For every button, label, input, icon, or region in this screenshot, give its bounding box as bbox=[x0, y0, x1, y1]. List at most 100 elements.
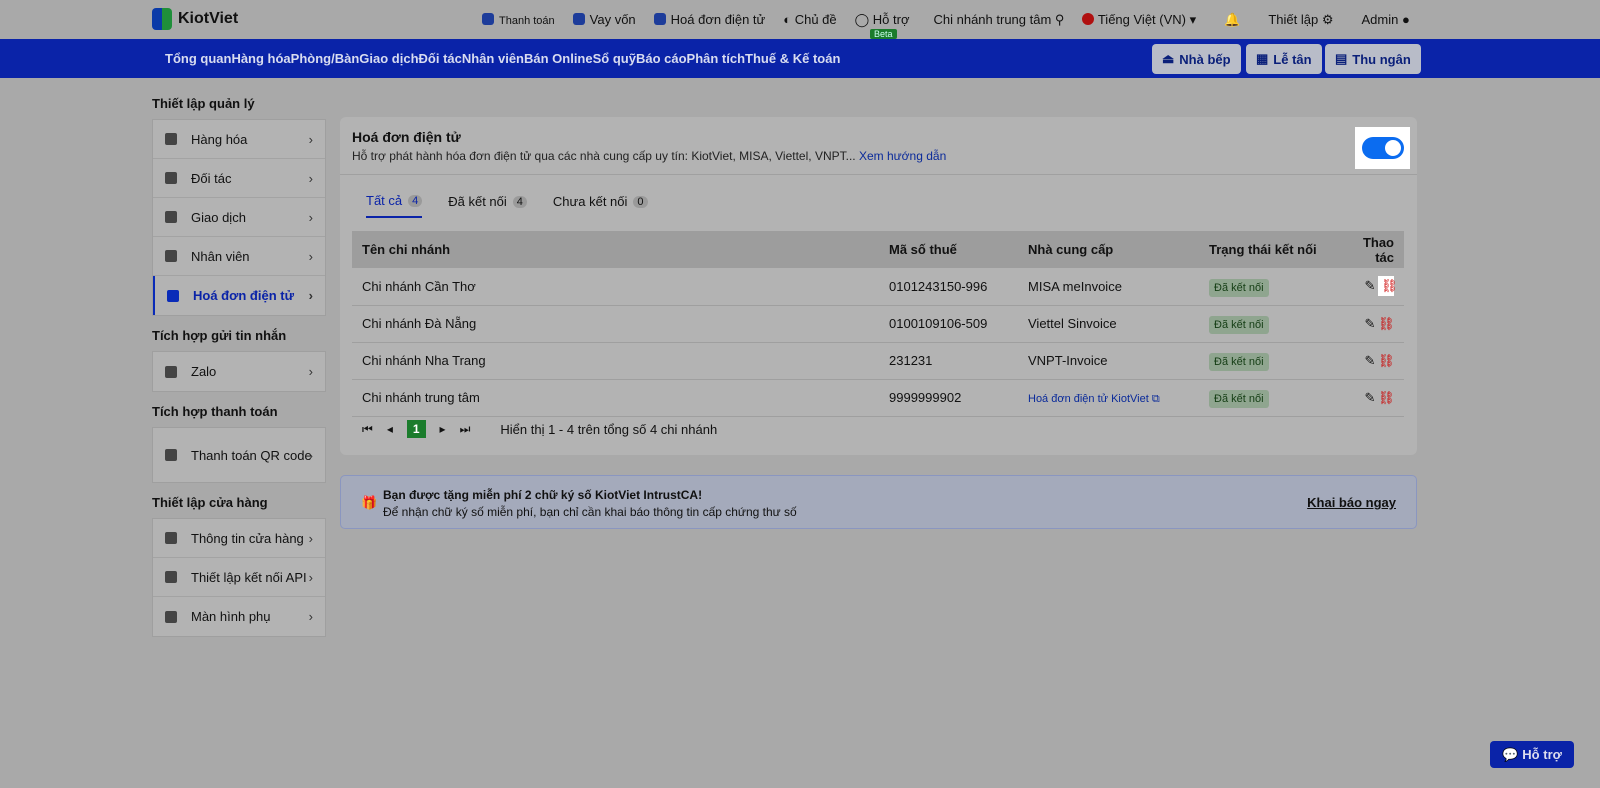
sidebar-item[interactable]: Giao dịch › bbox=[153, 198, 325, 237]
table-row: Chi nhánh Nha Trang 231231 VNPT-Invoice Đã … bbox=[352, 342, 1404, 380]
sidebar-item[interactable]: Thiết lập kết nối API › bbox=[153, 558, 325, 597]
kitchen-button[interactable]: ⏏ Nhà bếp bbox=[1152, 44, 1241, 74]
einvoice-toggle[interactable] bbox=[1355, 127, 1410, 169]
einvoice-card: Hoá đơn điện tử Hỗ trợ phát hành hóa đơn… bbox=[340, 117, 1417, 455]
sidebar-item[interactable]: Đối tác › bbox=[153, 159, 325, 198]
vn-flag-icon bbox=[1082, 12, 1095, 25]
top-einvoice[interactable]: Hoá đơn điện tử bbox=[653, 12, 765, 27]
user-icon: ● bbox=[1401, 12, 1410, 27]
help-button[interactable]: 💬 Hỗ trợ bbox=[1490, 741, 1574, 768]
top-theme[interactable]: ◐ Chủ đề bbox=[783, 12, 836, 27]
top-user[interactable]: Admin ● bbox=[1361, 12, 1409, 27]
table-cell: Chi nhánh Đà Nẵng bbox=[352, 305, 879, 343]
actions-cell: ✎ ⛓ bbox=[1338, 268, 1404, 306]
sidebar-item-icon bbox=[167, 289, 179, 302]
prev-page-icon[interactable]: ◂ bbox=[387, 422, 393, 436]
nav-item[interactable]: Giao dịch bbox=[359, 51, 418, 66]
nav-item[interactable]: Nhân viên bbox=[462, 51, 524, 66]
sidebar-item-label: Thanh toán QR code bbox=[191, 447, 312, 463]
sidebar-item[interactable]: Nhân viên › bbox=[153, 237, 325, 276]
sidebar-item[interactable]: Thông tin cửa hàng › bbox=[153, 519, 325, 558]
page-current[interactable]: 1 bbox=[406, 420, 426, 438]
unlink-icon[interactable]: ⛓ bbox=[1378, 353, 1395, 369]
unlink-icon[interactable]: ⛓ bbox=[1378, 390, 1395, 406]
status-badge: Đã kết nối bbox=[1209, 353, 1269, 371]
cashier-button[interactable]: ▤ Thu ngân bbox=[1325, 44, 1421, 74]
sidebar-item[interactable]: Hoá đơn điện tử › bbox=[153, 276, 325, 315]
reception-button[interactable]: ▦ Lễ tân bbox=[1246, 44, 1322, 74]
tab-0[interactable]: Tất cả 4 bbox=[366, 193, 423, 218]
sidebar-group: Thông tin cửa hàng › Thiết lập kết nối API… bbox=[152, 518, 326, 637]
edit-icon[interactable]: ✎ bbox=[1362, 278, 1378, 294]
nav-item[interactable]: Phân tích bbox=[687, 51, 746, 66]
tab-2[interactable]: Chưa kết nối 0 bbox=[553, 193, 648, 218]
palette-icon: ◐ bbox=[783, 12, 795, 27]
sidebar-item-icon bbox=[165, 449, 177, 461]
tab-label: Chưa kết nối bbox=[552, 194, 628, 209]
calendar-icon: ▦ bbox=[1256, 51, 1269, 66]
tab-label: Tất cả bbox=[366, 193, 403, 208]
sidebar-group-title: Tích hợp thanh toán bbox=[152, 404, 278, 419]
sidebar-item-icon bbox=[165, 172, 177, 184]
status-badge: Đã kết nối bbox=[1209, 316, 1269, 334]
sidebar-item[interactable]: Hàng hóa › bbox=[153, 120, 325, 159]
sidebar-item-icon bbox=[165, 211, 177, 223]
nav-item[interactable]: Tổng quan bbox=[165, 51, 231, 66]
table-cell: 0101243150-996 bbox=[879, 268, 1018, 306]
declare-now-link[interactable]: Khai báo ngay bbox=[1307, 495, 1396, 510]
tab-1[interactable]: Đã kết nối 4 bbox=[448, 193, 527, 218]
top-branch[interactable]: Chi nhánh trung tâm ⚲ bbox=[934, 12, 1065, 28]
sidebar-group-title: Thiết lập cửa hàng bbox=[152, 495, 268, 510]
column-header: Thao tác bbox=[1338, 231, 1404, 268]
sidebar-item[interactable]: Thanh toán QR code › bbox=[153, 428, 325, 482]
logo[interactable]: KiotViet bbox=[152, 8, 238, 30]
edit-icon[interactable]: ✎ bbox=[1362, 353, 1378, 369]
chevron-right-icon: › bbox=[308, 447, 313, 463]
top-language[interactable]: Tiếng Việt (VN) ▾ bbox=[1082, 12, 1196, 28]
edit-icon[interactable]: ✎ bbox=[1362, 390, 1378, 406]
nav-item[interactable]: Sổ quỹ bbox=[593, 51, 636, 66]
table-cell: 9999999902 bbox=[879, 379, 1018, 417]
nav-item[interactable]: Đối tác bbox=[419, 51, 462, 66]
actions-cell: ✎ ⛓ bbox=[1338, 379, 1404, 417]
last-page-icon[interactable]: ⏭ bbox=[460, 422, 471, 437]
provider-link[interactable]: Hoá đơn điện tử KiotViet bbox=[1028, 393, 1149, 405]
sidebar-item[interactable]: Màn hình phụ › bbox=[153, 597, 325, 636]
next-page-icon[interactable]: ▸ bbox=[440, 422, 446, 436]
first-page-icon[interactable]: ⏮ bbox=[362, 422, 373, 437]
sidebar-item-label: Thiết lập kết nối API bbox=[191, 569, 307, 585]
top-support[interactable]: ◯ Hỗ trợ bbox=[855, 12, 910, 28]
table-cell: Hoá đơn điện tử KiotViet ⧉ bbox=[1018, 379, 1199, 417]
unlink-icon[interactable]: ⛓ bbox=[1378, 316, 1395, 332]
status-badge: Đã kết nối bbox=[1209, 278, 1269, 297]
table-row: Chi nhánh Đà Nẵng 0100109106-509 Viettel S… bbox=[352, 305, 1404, 343]
nav-item[interactable]: Hàng hóa bbox=[231, 51, 290, 66]
nav-item[interactable]: Phòng/Bàn bbox=[291, 51, 360, 66]
nav-item[interactable]: Bán Online bbox=[524, 51, 593, 66]
chat-icon: ◯ bbox=[854, 11, 873, 27]
nav-item[interactable]: Thuế & Kế toán bbox=[745, 51, 840, 66]
bell-icon[interactable]: 🔔 bbox=[1224, 12, 1240, 28]
invoice-icon bbox=[653, 13, 666, 25]
chevron-right-icon: › bbox=[308, 569, 313, 585]
top-settings[interactable]: Thiết lập ⚙ bbox=[1268, 12, 1333, 28]
sidebar-item[interactable]: Zalo › bbox=[153, 352, 325, 391]
guide-link[interactable]: Xem hướng dẫn bbox=[859, 149, 946, 163]
edit-icon[interactable]: ✎ bbox=[1362, 316, 1378, 332]
column-header: Tên chi nhánh bbox=[352, 231, 879, 268]
money-bag-icon bbox=[572, 13, 585, 25]
unlink-icon[interactable]: ⛓ bbox=[1378, 276, 1398, 297]
table-cell: Chi nhánh Cần Thơ bbox=[352, 268, 879, 306]
table-cell: MISA meInvoice bbox=[1018, 268, 1199, 306]
top-loan[interactable]: Vay vốn bbox=[572, 12, 636, 27]
chevron-right-icon: › bbox=[308, 131, 313, 147]
top-bar: KiotViet Thanh toán Vay vốn Hoá đơn điện… bbox=[0, 0, 1600, 39]
card-subtitle: Hỗ trợ phát hành hóa đơn điện tử qua các… bbox=[352, 149, 947, 163]
tab-count: 0 bbox=[633, 195, 648, 208]
top-payment[interactable]: Thanh toán bbox=[482, 12, 555, 27]
status-badge: Đã kết nối bbox=[1209, 390, 1269, 408]
nav-item[interactable]: Báo cáo bbox=[636, 51, 687, 66]
sidebar-item-label: Giao dịch bbox=[191, 209, 246, 225]
sidebar-item-icon bbox=[165, 365, 177, 378]
gear-icon: ⚙ bbox=[1321, 11, 1334, 27]
